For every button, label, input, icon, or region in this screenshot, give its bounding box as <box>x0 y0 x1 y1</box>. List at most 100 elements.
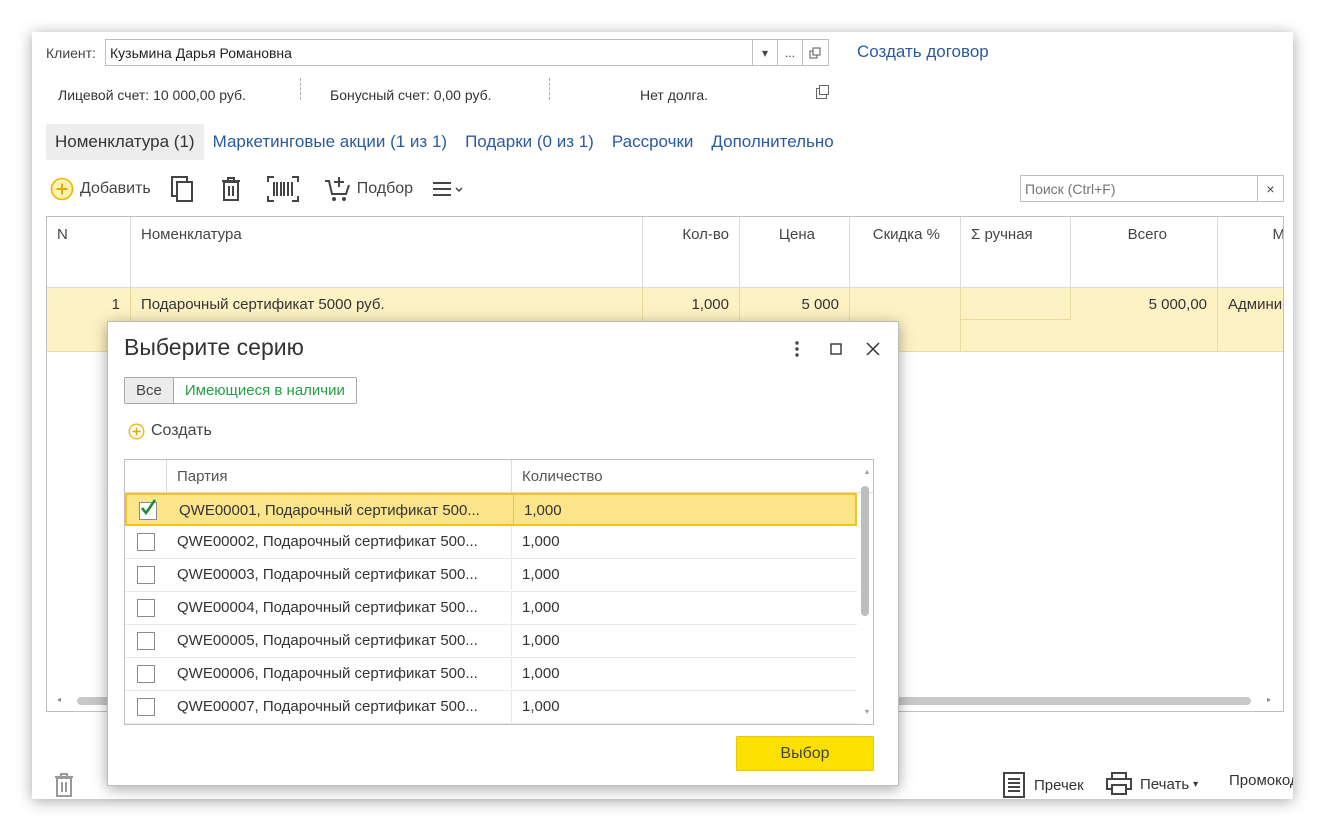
promo-code-button[interactable]: Промокод <box>1229 772 1293 789</box>
list-item[interactable]: QWE00002, Подарочный сертификат 500... 1,… <box>125 526 857 559</box>
client-open-button[interactable] <box>802 40 827 65</box>
list-item[interactable]: QWE00001, Подарочный сертификат 500... 1,… <box>125 493 857 526</box>
dialog-more-button[interactable] <box>786 338 808 360</box>
print-button[interactable]: Печать ▾ <box>1106 772 1198 796</box>
scrollbar-thumb[interactable] <box>861 486 869 616</box>
column-header-batch[interactable]: Партия <box>167 460 512 493</box>
dialog-close-button[interactable] <box>862 338 884 360</box>
column-header-qty[interactable]: Кол-во <box>643 217 740 288</box>
debt-info: Нет долга. <box>640 87 709 103</box>
tab-installments[interactable]: Рассрочки <box>603 124 703 160</box>
menu-icon <box>433 182 463 196</box>
pick-button[interactable]: Подбор <box>323 175 413 203</box>
add-icon <box>128 423 145 439</box>
search-field[interactable]: × <box>1020 175 1284 202</box>
printer-icon <box>1106 772 1132 795</box>
more-actions-button[interactable] <box>431 179 471 199</box>
client-value: Кузьмина Дарья Романовна <box>110 45 292 61</box>
barcode-button[interactable] <box>266 176 305 202</box>
series-table-header: Партия Количество <box>125 460 873 493</box>
list-item[interactable]: QWE00004, Подарочный сертификат 500... 1,… <box>125 592 857 625</box>
column-header-check <box>125 460 167 493</box>
row-batch: QWE00005, Подарочный сертификат 500... <box>167 625 512 656</box>
copy-button[interactable] <box>169 175 201 203</box>
scroll-left-icon[interactable]: ◂ <box>57 695 61 704</box>
row-quantity: 1,000 <box>524 502 562 519</box>
filter-toggle: Все Имеющиеся в наличии <box>124 377 357 404</box>
search-clear-button[interactable]: × <box>1257 176 1283 201</box>
more-vertical-icon <box>795 341 799 357</box>
row-quantity: 1,000 <box>522 599 560 616</box>
row-checkbox[interactable] <box>137 566 155 584</box>
cart-add-icon <box>324 177 350 201</box>
client-dropdown-button[interactable]: ▾ <box>752 40 777 65</box>
row-checkbox[interactable] <box>137 665 155 683</box>
list-item[interactable]: QWE00003, Подарочный сертификат 500... 1,… <box>125 559 857 592</box>
create-label: Создать <box>151 422 212 439</box>
bottom-delete-button[interactable] <box>52 772 76 798</box>
row-checkbox[interactable] <box>139 499 157 520</box>
column-header-n[interactable]: N <box>47 217 131 288</box>
list-item[interactable]: QWE00007, Подарочный сертификат 500... 1,… <box>125 691 857 724</box>
row-quantity: 1,000 <box>522 665 560 682</box>
table-header: N Номенклатура Кол-во Цена Скидка % Σ ру… <box>47 217 1284 288</box>
row-batch: QWE00002, Подарочный сертификат 500... <box>167 526 512 557</box>
column-header-nomenclature[interactable]: Номенклатура <box>131 217 643 288</box>
trash-icon <box>55 773 73 797</box>
vertical-scrollbar[interactable] <box>861 486 869 696</box>
column-header-price[interactable]: Цена <box>740 217 850 288</box>
create-contract-link[interactable]: Создать договор <box>857 42 989 62</box>
add-label: Добавить <box>80 180 151 197</box>
column-header-quantity[interactable]: Количество <box>512 460 857 493</box>
receipt-icon <box>1003 772 1025 798</box>
trash-icon <box>221 177 240 201</box>
row-manager: Админи <box>1218 288 1283 352</box>
barcode-icon <box>266 176 299 202</box>
bonus-account-info: Бонусный счет: 0,00 руб. <box>330 87 492 103</box>
choose-button[interactable]: Выбор <box>736 736 874 771</box>
select-series-dialog: Выберите серию Все Имеющиеся в наличии С… <box>107 321 899 786</box>
row-batch: QWE00006, Подарочный сертификат 500... <box>167 658 512 689</box>
row-manual-sum <box>961 288 1071 320</box>
list-item[interactable]: QWE00006, Подарочный сертификат 500... 1,… <box>125 658 857 691</box>
row-batch: QWE00004, Подарочный сертификат 500... <box>167 592 512 623</box>
filter-all-button[interactable]: Все <box>125 378 174 403</box>
add-icon <box>50 177 74 201</box>
tab-additional[interactable]: Дополнительно <box>702 124 842 160</box>
series-table: Партия Количество QWE00001, Подарочный с… <box>124 459 874 725</box>
row-quantity: 1,000 <box>522 533 560 550</box>
filter-available-button[interactable]: Имеющиеся в наличии <box>173 378 356 403</box>
add-button[interactable]: Добавить <box>50 177 151 201</box>
scroll-down-icon[interactable]: ▾ <box>865 707 869 716</box>
tab-bar: Номенклатура (1) Маркетинговые акции (1 … <box>46 124 843 160</box>
chevron-down-icon: ▾ <box>1193 778 1199 790</box>
tab-marketing[interactable]: Маркетинговые акции (1 из 1) <box>204 124 456 160</box>
divider <box>300 78 301 100</box>
row-quantity: 1,000 <box>522 566 560 583</box>
open-window-icon[interactable] <box>816 85 829 99</box>
column-header-discount[interactable]: Скидка % <box>850 217 961 288</box>
column-header-manager[interactable]: М <box>1218 217 1284 288</box>
list-item[interactable]: QWE00005, Подарочный сертификат 500... 1,… <box>125 625 857 658</box>
row-checkbox[interactable] <box>137 632 155 650</box>
row-checkbox[interactable] <box>137 533 155 551</box>
row-checkbox[interactable] <box>137 599 155 617</box>
search-input[interactable] <box>1021 176 1257 201</box>
dialog-title: Выберите серию <box>124 334 304 360</box>
client-field[interactable]: Кузьмина Дарья Романовна ▾ ... <box>105 39 829 66</box>
client-more-button[interactable]: ... <box>777 40 802 65</box>
row-batch: QWE00003, Подарочный сертификат 500... <box>167 559 512 590</box>
client-label: Клиент: <box>46 45 96 61</box>
delete-button[interactable] <box>219 176 249 202</box>
tab-nomenclature[interactable]: Номенклатура (1) <box>46 124 204 160</box>
column-header-total[interactable]: Всего <box>1071 217 1218 288</box>
dialog-maximize-button[interactable] <box>825 338 847 360</box>
tab-gifts[interactable]: Подарки (0 из 1) <box>456 124 603 160</box>
row-checkbox[interactable] <box>137 698 155 716</box>
scroll-up-icon[interactable]: ▴ <box>865 467 869 476</box>
precheck-label: Пречек <box>1034 776 1084 794</box>
create-series-button[interactable]: Создать <box>128 422 212 440</box>
precheck-button[interactable]: Пречек <box>1002 772 1084 798</box>
scroll-right-icon[interactable]: ▸ <box>1267 695 1271 704</box>
column-header-manual-sum[interactable]: Σ ручная <box>961 217 1071 288</box>
